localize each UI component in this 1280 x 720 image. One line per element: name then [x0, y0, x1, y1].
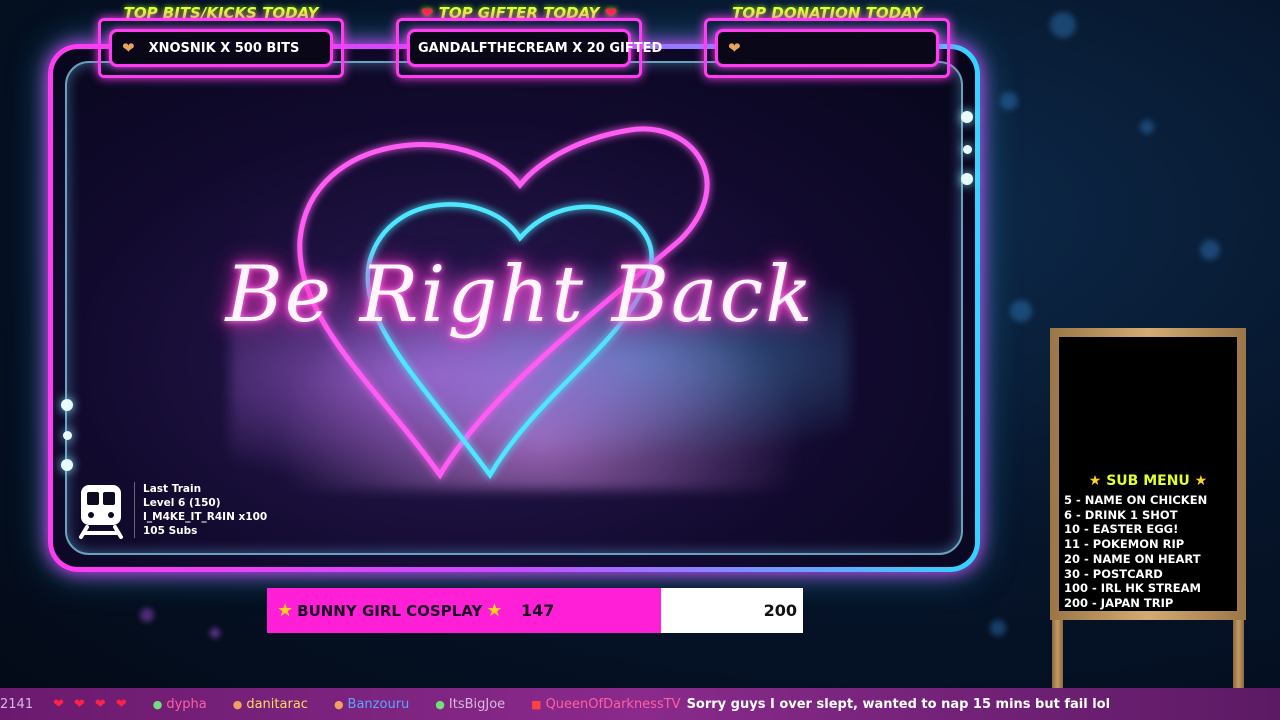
heart-icon: ❤ [122, 39, 135, 57]
ticker-entry: ● dypha [153, 697, 207, 712]
ticker-username: danitarac [246, 696, 308, 712]
ticker-entry: ● danitarac [233, 697, 308, 712]
badge-icon: ■ [531, 697, 542, 711]
heart-icon: ❤ [728, 39, 741, 57]
bokeh-light [990, 620, 1006, 636]
sub-menu-list: 5 - NAME ON CHICKEN 6 - DRINK 1 SHOT 10 … [1064, 493, 1207, 611]
frame-light-dot [61, 399, 73, 411]
heart-icon: ❤ [74, 696, 85, 712]
badge-icon: ● [232, 697, 243, 711]
top-donation-box: TOP DONATION TODAY ❤ [704, 2, 950, 78]
star-icon: ★ [1088, 473, 1102, 489]
train-subs: 105 Subs [143, 525, 198, 537]
ticker-entry: ● Banzouru [334, 697, 409, 712]
top-gifter-inner: GANDALFTHECREAM X 20 GIFTED [407, 29, 662, 67]
bokeh-light [1200, 240, 1220, 260]
brb-title: Be Right Back [225, 250, 815, 340]
top-donation-inner: ❤ [715, 29, 939, 67]
goal-label: BUNNY GIRL COSPLAY [297, 601, 483, 620]
ticker-username: QueenOfDarknessTV [545, 696, 681, 712]
badge-icon: ● [333, 697, 344, 711]
frame-light-dot [61, 459, 73, 471]
frame-light-dot [63, 431, 72, 440]
ticker-entry: ■ QueenOfDarknessTV [531, 697, 680, 712]
top-bits-value: XNOSNIK X 500 BITS [148, 40, 300, 56]
top-gifter-outer: GANDALFTHECREAM X 20 GIFTED [396, 18, 662, 78]
frame-light-dot [963, 145, 972, 154]
ticker-entry: ● ItsBigJoe [435, 697, 505, 712]
heart-icon: ❤ [94, 696, 106, 712]
sub-menu-item: 6 - DRINK 1 SHOT [1064, 507, 1178, 522]
train-text: Last Train Level 6 (150) I_M4KE_IT_R4IN … [143, 482, 267, 540]
badge-icon: ● [152, 697, 163, 711]
ticker-lead: 2141 [0, 696, 34, 712]
chalkboard-leg [1052, 615, 1063, 688]
sub-menu-item: 5 - NAME ON CHICKEN [1064, 493, 1208, 507]
bokeh-light [1050, 12, 1076, 38]
ticker-username: Banzouru [347, 696, 410, 712]
sub-menu-item: 30 - POSTCARD [1064, 566, 1163, 581]
sub-menu-item: 20 - NAME ON HEART [1064, 551, 1201, 566]
ticker-username: ItsBigJoe [448, 696, 506, 712]
top-gifter-box: ❤ TOP GIFTER TODAY ❤ GANDALFTHECREAM X 2… [396, 2, 662, 78]
top-bits-inner: ❤ XNOSNIK X 500 BITS [109, 29, 333, 67]
sub-goal-bar: ★ BUNNY GIRL COSPLAY ★ 147 200 [267, 588, 803, 633]
star-icon: ★ [277, 600, 294, 621]
bokeh-light [1140, 120, 1154, 134]
goal-current: 147 [521, 601, 555, 620]
top-donation-outer: ❤ [704, 18, 950, 78]
heart-icon: ❤ [53, 696, 64, 712]
bokeh-light [1000, 92, 1018, 110]
train-icon [76, 482, 126, 540]
star-icon: ★ [486, 600, 503, 621]
ticker-username: dypha [166, 696, 207, 712]
train-title: Last Train [143, 483, 202, 495]
heart-icon: ❤ [115, 696, 127, 712]
frame-light-dot [961, 173, 973, 185]
chalkboard-leg [1233, 615, 1244, 688]
chalkboard-surface: ★ SUB MENU ★ 5 - NAME ON CHICKEN 6 - DRI… [1059, 337, 1237, 611]
bokeh-light [210, 628, 220, 638]
chat-ticker: 2141 ❤ ❤ ❤ ❤ ● dypha ● danitarac ● Banzo… [0, 688, 1280, 720]
top-bits-outer: ❤ XNOSNIK X 500 BITS [98, 18, 344, 78]
top-bits-box: TOP BITS/KICKS TODAY ❤ XNOSNIK X 500 BIT… [98, 2, 344, 78]
train-user: I_M4KE_IT_R4IN x100 [143, 511, 268, 523]
sub-menu-item: 100 - IRL HK STREAM [1064, 581, 1201, 596]
star-icon: ★ [1194, 473, 1208, 489]
train-divider [134, 482, 135, 538]
sub-menu-chalkboard: ★ SUB MENU ★ 5 - NAME ON CHICKEN 6 - DRI… [1050, 328, 1246, 620]
ticker-message: Sorry guys I over slept, wanted to nap 1… [686, 696, 1111, 712]
sub-menu-title-row: ★ SUB MENU ★ [1059, 473, 1237, 489]
last-train-widget: Last Train Level 6 (150) I_M4KE_IT_R4IN … [76, 482, 267, 540]
sub-menu-item: 200 - JAPAN TRIP [1064, 595, 1174, 610]
bokeh-light [140, 608, 154, 622]
sub-menu-title: SUB MENU [1106, 473, 1190, 489]
top-gifter-value: GANDALFTHECREAM X 20 GIFTED [418, 40, 663, 56]
bokeh-light [1010, 300, 1032, 322]
sub-menu-item: 11 - POKEMON RIP [1064, 537, 1185, 552]
goal-target: 200 [763, 601, 797, 620]
goal-label-row: ★ BUNNY GIRL COSPLAY ★ [277, 588, 502, 633]
badge-icon: ● [435, 697, 445, 711]
train-level: Level 6 (150) [143, 497, 221, 509]
sub-menu-item: 10 - EASTER EGG! [1064, 522, 1179, 537]
frame-light-dot [961, 111, 973, 123]
